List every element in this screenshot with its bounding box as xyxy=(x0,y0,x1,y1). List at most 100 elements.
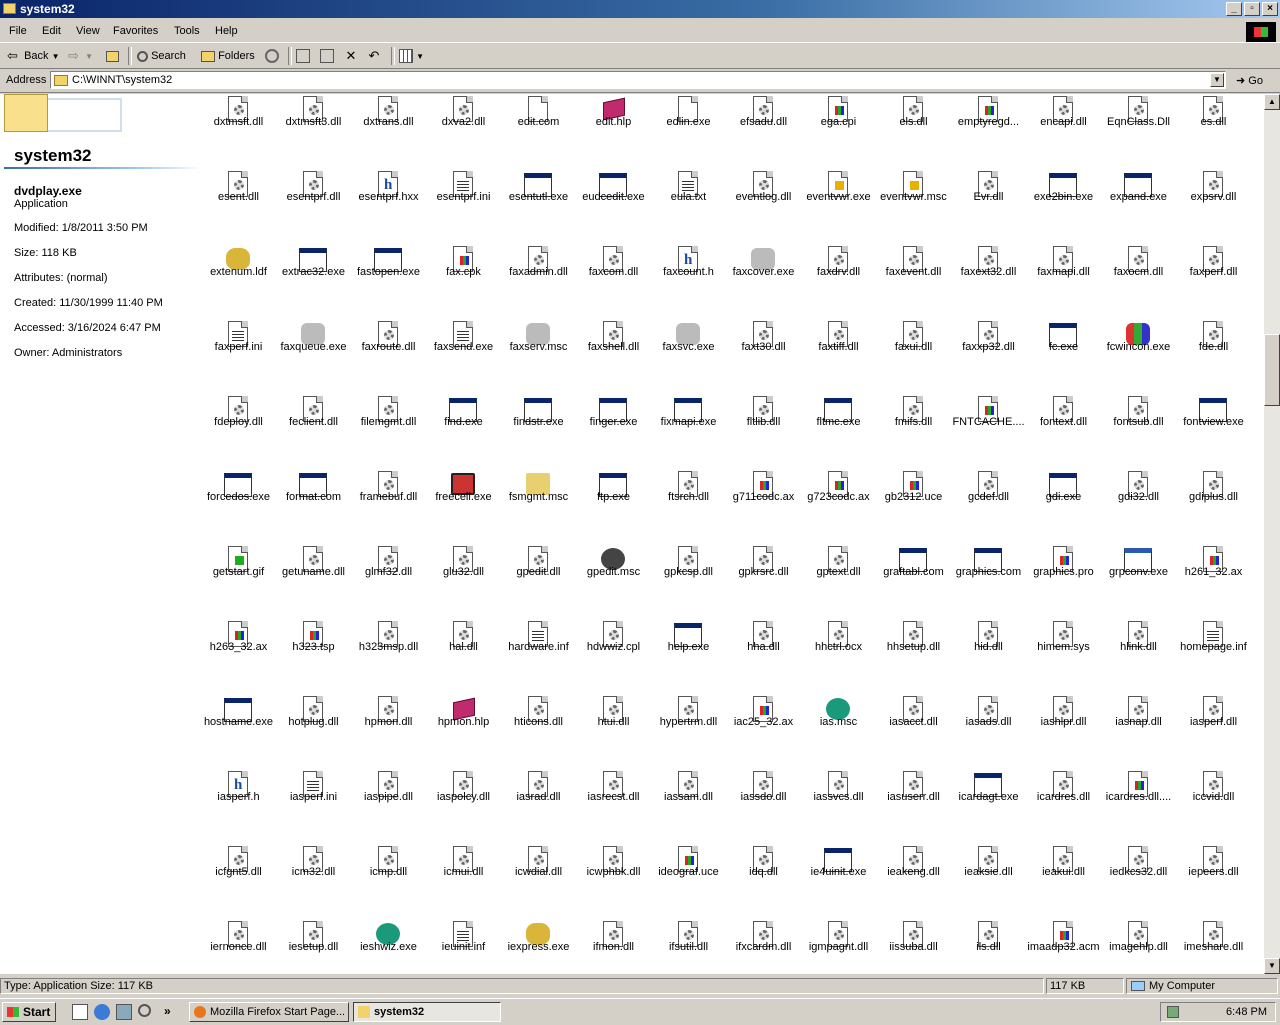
file-item[interactable]: getuname.dll xyxy=(276,538,351,613)
menu-view[interactable]: View xyxy=(76,25,100,37)
task-firefox[interactable]: Mozilla Firefox Start Page... xyxy=(189,1002,349,1022)
menu-file[interactable]: File xyxy=(9,25,27,37)
file-item[interactable]: iassvcs.dll xyxy=(801,763,876,838)
file-item[interactable]: iassam.dll xyxy=(651,763,726,838)
undo-button[interactable]: ↶ xyxy=(367,48,381,64)
file-item[interactable]: faxocm.dll xyxy=(1101,238,1176,313)
file-item[interactable]: graphics.com xyxy=(951,538,1026,613)
file-item[interactable]: hlink.dll xyxy=(1101,613,1176,688)
file-item[interactable]: icardres.dll xyxy=(1026,763,1101,838)
file-item[interactable]: iasperf.ini xyxy=(276,763,351,838)
file-item[interactable]: find.exe xyxy=(426,388,501,463)
file-item[interactable]: faxxp32.dll xyxy=(951,313,1026,388)
file-item[interactable]: faxcom.dll xyxy=(576,238,651,313)
file-item[interactable]: ieaksie.dll xyxy=(951,838,1026,913)
file-item[interactable]: imaadp32.acm xyxy=(1026,913,1101,974)
menu-favorites[interactable]: Favorites xyxy=(113,25,158,37)
file-item[interactable]: expand.exe xyxy=(1101,163,1176,238)
file-item[interactable]: h323.tsp xyxy=(276,613,351,688)
file-item[interactable]: h iasperf.h xyxy=(201,763,276,838)
file-item[interactable]: fdeploy.dll xyxy=(201,388,276,463)
file-item[interactable]: iasrad.dll xyxy=(501,763,576,838)
network-icon[interactable] xyxy=(1167,1006,1179,1018)
file-item[interactable]: hpmon.dll xyxy=(351,688,426,763)
file-item[interactable]: icwdial.dll xyxy=(501,838,576,913)
task-system32[interactable]: system32 xyxy=(353,1002,501,1022)
file-item[interactable]: esent.dll xyxy=(201,163,276,238)
file-item[interactable]: homepage.inf xyxy=(1176,613,1251,688)
file-item[interactable]: eula.txt xyxy=(651,163,726,238)
file-item[interactable]: hdwwiz.cpl xyxy=(576,613,651,688)
file-item[interactable]: fltlib.dll xyxy=(726,388,801,463)
go-button[interactable]: ➜ Go xyxy=(1236,74,1263,87)
show-desktop-icon[interactable] xyxy=(72,1004,88,1020)
file-item[interactable]: iasperf.dll xyxy=(1176,688,1251,763)
file-item[interactable]: findstr.exe xyxy=(501,388,576,463)
address-input[interactable]: C:\WINNT\system32 ▼ xyxy=(50,71,1226,89)
file-item[interactable]: faxshell.dll xyxy=(576,313,651,388)
file-item[interactable]: ieakui.dll xyxy=(1026,838,1101,913)
file-item[interactable]: faxcover.exe xyxy=(726,238,801,313)
file-item[interactable]: edlin.exe xyxy=(651,94,726,163)
file-item[interactable]: iissuba.dll xyxy=(876,913,951,974)
file-item[interactable]: faxsend.exe xyxy=(426,313,501,388)
file-item[interactable]: faxevent.dll xyxy=(876,238,951,313)
file-item[interactable]: iaspipe.dll xyxy=(351,763,426,838)
file-item[interactable]: ie4uinit.exe xyxy=(801,838,876,913)
file-item[interactable]: gpedit.msc xyxy=(576,538,651,613)
file-item[interactable]: iac25_32.ax xyxy=(726,688,801,763)
file-item[interactable]: encapi.dll xyxy=(1026,94,1101,163)
forward-button[interactable]: ⇨ ▼ xyxy=(68,48,93,64)
file-item[interactable]: glu32.dll xyxy=(426,538,501,613)
file-item[interactable]: iasrecst.dll xyxy=(576,763,651,838)
file-item[interactable]: icmui.dll xyxy=(426,838,501,913)
scroll-thumb[interactable] xyxy=(1264,334,1280,406)
file-item[interactable]: hid.dll xyxy=(951,613,1026,688)
maximize-button[interactable]: ▫ xyxy=(1244,2,1260,16)
file-item[interactable]: els.dll xyxy=(876,94,951,163)
file-item[interactable]: imagehlp.dll xyxy=(1101,913,1176,974)
file-item[interactable]: hardware.inf xyxy=(501,613,576,688)
move-to-button[interactable] xyxy=(296,48,310,64)
file-item[interactable]: ieshwiz.exe xyxy=(351,913,426,974)
file-item[interactable]: extrac32.exe xyxy=(276,238,351,313)
file-item[interactable]: iasuserr.dll xyxy=(876,763,951,838)
file-item[interactable]: graftabl.com xyxy=(876,538,951,613)
file-item[interactable]: grpconv.exe xyxy=(1101,538,1176,613)
file-item[interactable]: eventlog.dll xyxy=(726,163,801,238)
file-item[interactable]: faxmapi.dll xyxy=(1026,238,1101,313)
file-item[interactable]: emptyregd... xyxy=(951,94,1026,163)
file-item[interactable]: framebuf.dll xyxy=(351,463,426,538)
file-item[interactable]: es.dll xyxy=(1176,94,1251,163)
file-item[interactable]: hhsetup.dll xyxy=(876,613,951,688)
file-item[interactable]: igmpagnt.dll xyxy=(801,913,876,974)
file-item[interactable]: iashlpr.dll xyxy=(1026,688,1101,763)
file-item[interactable]: fc.exe xyxy=(1026,313,1101,388)
file-item[interactable]: gcdef.dll xyxy=(951,463,1026,538)
file-item[interactable]: gdi.exe xyxy=(1026,463,1101,538)
file-item[interactable]: iesetup.dll xyxy=(276,913,351,974)
file-item[interactable]: ils.dll xyxy=(951,913,1026,974)
back-button[interactable]: ⇦ Back ▼ xyxy=(7,48,60,64)
file-item[interactable]: ifsutil.dll xyxy=(651,913,726,974)
search-button[interactable]: Search xyxy=(137,48,186,64)
menu-edit[interactable]: Edit xyxy=(42,25,61,37)
file-item[interactable]: faxt30.dll xyxy=(726,313,801,388)
file-item[interactable]: iaspolcy.dll xyxy=(426,763,501,838)
file-item[interactable]: fltmc.exe xyxy=(801,388,876,463)
file-item[interactable]: icmp.dll xyxy=(351,838,426,913)
file-item[interactable]: forcedos.exe xyxy=(201,463,276,538)
close-button[interactable]: × xyxy=(1262,2,1278,16)
file-item[interactable]: faxsvc.exe xyxy=(651,313,726,388)
file-item[interactable]: faxserv.msc xyxy=(501,313,576,388)
file-item[interactable]: getstart.gif xyxy=(201,538,276,613)
file-item[interactable]: format.com xyxy=(276,463,351,538)
minimize-button[interactable]: _ xyxy=(1226,2,1242,16)
file-item[interactable]: gb2312.uce xyxy=(876,463,951,538)
file-item[interactable]: iedkcs32.dll xyxy=(1101,838,1176,913)
file-item[interactable]: iepeers.dll xyxy=(1176,838,1251,913)
file-item[interactable]: gdi32.dll xyxy=(1101,463,1176,538)
file-item[interactable]: faxdrv.dll xyxy=(801,238,876,313)
file-item[interactable]: glmf32.dll xyxy=(351,538,426,613)
file-item[interactable]: h263_32.ax xyxy=(201,613,276,688)
